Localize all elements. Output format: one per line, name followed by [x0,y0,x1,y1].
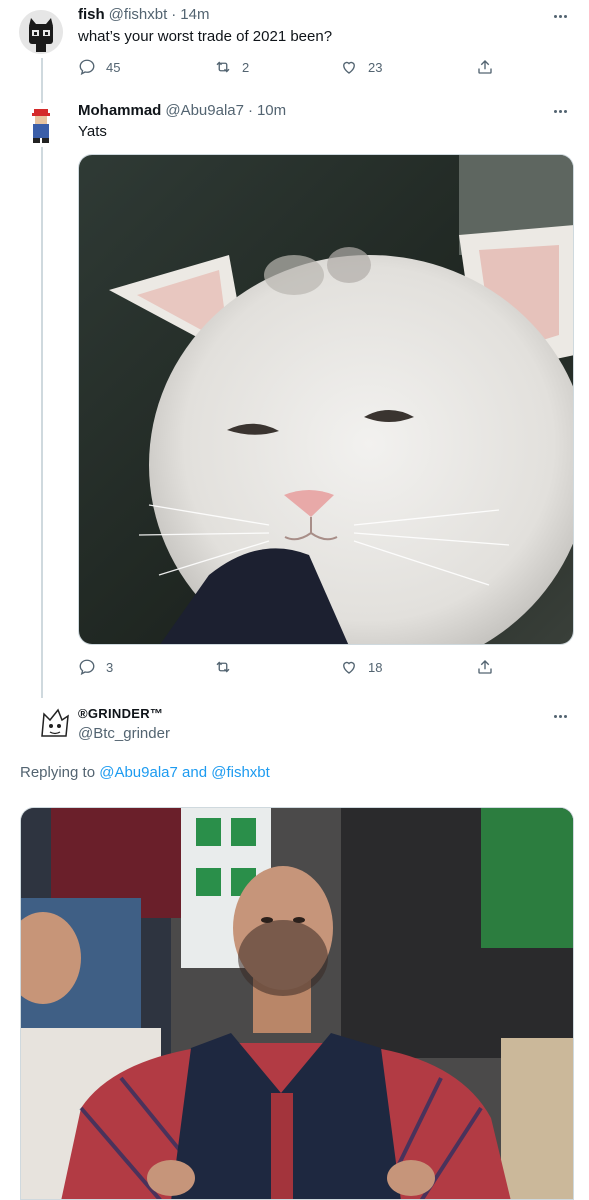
sad-cat-image [79,155,573,644]
like-button[interactable]: 18 [340,658,382,676]
reply-count: 3 [106,659,114,675]
author-name[interactable]: fish [78,6,105,23]
retweet-button[interactable] [214,658,242,676]
more-icon[interactable] [549,708,571,724]
like-count: 23 [368,59,383,75]
disappointed-fan-image [21,808,573,1199]
mention-conjunction: and [182,764,208,781]
author-handle[interactable]: @fishxbt [109,6,168,23]
reply-count: 45 [106,59,121,75]
cat-photo[interactable] [78,154,574,645]
like-button[interactable]: 23 [340,58,382,76]
like-icon [343,661,355,674]
avatar[interactable] [38,704,72,744]
tweet-text: what’s your worst trade of 2021 been? [78,28,333,45]
timestamp[interactable]: 10m [257,102,286,119]
separator-dot: · [247,102,253,119]
reply-button[interactable]: 3 [78,658,113,676]
retweet-count: 2 [242,59,250,75]
retweet-icon [216,61,230,73]
author-handle[interactable]: @Btc_grinder [78,725,170,742]
author-name[interactable]: Mohammad [78,102,161,119]
more-icon[interactable] [549,103,571,119]
tweet-actions: 45 2 23 [78,58,498,80]
replying-to: Replying to @Abu9ala7 and @fishxbt [20,764,270,781]
tweet-mohammad[interactable]: Mohammad @Abu9ala7 · 10m Yats 3 18 [0,95,589,695]
reply-icon [79,59,95,76]
author-handle[interactable]: @Abu9ala7 [165,102,244,119]
retweet-icon [216,661,230,673]
reply-button[interactable]: 45 [78,58,120,76]
separator-dot: · [171,6,177,23]
share-icon [478,60,492,74]
author-name[interactable]: ®GRINDER™ [78,706,163,721]
share-button[interactable] [476,658,494,676]
mention-fishxbt[interactable]: @fishxbt [211,764,270,781]
timestamp[interactable]: 14m [180,6,209,23]
share-button[interactable] [476,58,494,76]
like-icon [343,61,355,74]
like-count: 18 [368,659,383,675]
tweet-actions: 3 18 [78,658,498,680]
retweet-button[interactable]: 2 [214,58,249,76]
avatar[interactable] [19,10,63,54]
tweet-fish[interactable]: fish @fishxbt · 14m what’s your worst tr… [0,0,589,95]
disappointed-fan-photo[interactable] [20,807,574,1200]
reply-icon [79,659,95,676]
avatar[interactable] [19,103,63,147]
replying-prefix: Replying to [20,764,96,781]
tweet-text: Yats [78,123,107,140]
share-icon [478,660,492,674]
mention-abu9ala7[interactable]: @Abu9ala7 [99,764,178,781]
more-icon[interactable] [549,8,571,24]
